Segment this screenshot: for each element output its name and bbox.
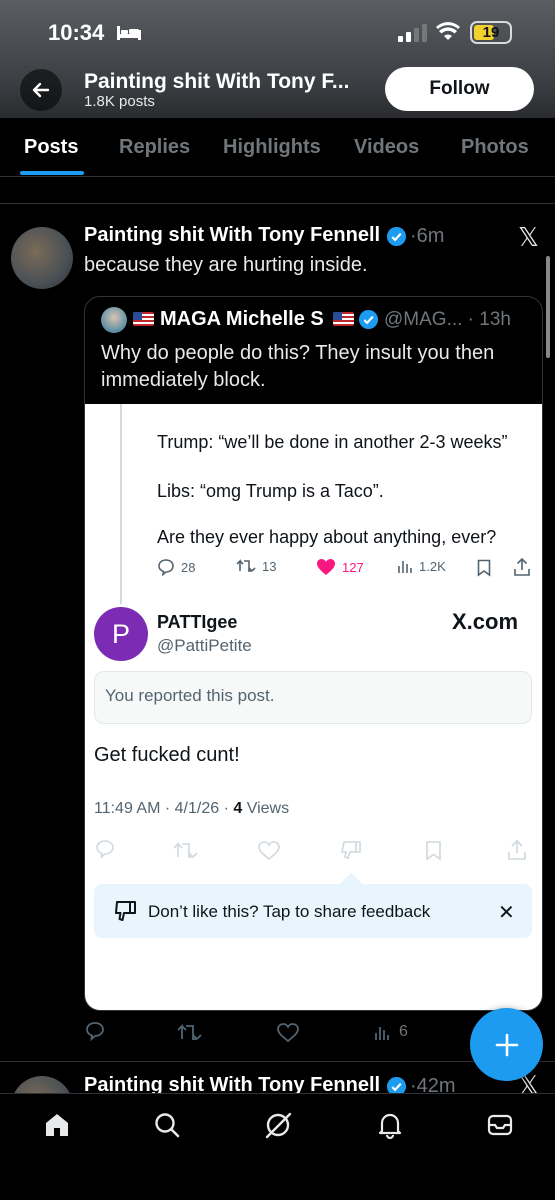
messages-icon[interactable] <box>485 1110 515 1140</box>
x-com-wordmark: X.com <box>452 609 519 634</box>
reply-metadata: 11:49 AM · 4/1/26 · 4 Views <box>94 800 290 817</box>
repost-icon <box>236 559 256 572</box>
battery-percent: 19 <box>482 24 500 41</box>
sleep-focus-icon <box>117 26 141 40</box>
screenshot-line-2: Libs: “omg Trump is a Taco”. <box>157 481 384 501</box>
compose-post-button[interactable] <box>470 1008 543 1081</box>
reply-author-handle: @PattiPetite <box>157 636 252 655</box>
heart-icon <box>277 1023 299 1043</box>
post-count: 1.8K posts <box>84 93 155 110</box>
tab-replies[interactable]: Replies <box>119 136 190 159</box>
post-author-name[interactable]: Painting shit With Tony Fennell <box>84 224 380 247</box>
reply-author-avatar: P <box>94 607 148 661</box>
x-logo-icon: 𝕏 <box>518 222 539 252</box>
feedback-text: Don’t like this? Tap to share feedback <box>148 902 431 921</box>
arrow-left-icon <box>32 82 50 98</box>
post-text: because they are hurting inside. <box>84 254 368 276</box>
repost-icon <box>177 1023 202 1040</box>
search-icon[interactable] <box>152 1110 182 1140</box>
screenshot-repost-count: 13 <box>236 558 276 574</box>
profile-name: Painting shit With Tony F... <box>84 70 350 93</box>
repost-icon <box>173 842 198 858</box>
screenshot-line-1: Trump: “we’ll be done in another 2-3 wee… <box>157 432 508 452</box>
bookmark-icon <box>426 841 441 861</box>
quote-author-name: MAGA Michelle S <box>160 308 324 330</box>
back-button[interactable] <box>20 69 62 111</box>
close-icon[interactable]: ✕ <box>498 900 515 925</box>
reply-action-bar <box>96 839 526 861</box>
post-timestamp: ·6m <box>410 225 445 247</box>
tab-photos[interactable]: Photos <box>461 136 529 159</box>
screenshot-like-count: 127 <box>316 558 364 576</box>
post-divider <box>0 1061 555 1062</box>
wifi-icon <box>436 22 460 40</box>
dislike-icon <box>115 901 136 921</box>
home-icon[interactable] <box>42 1110 72 1140</box>
view-count: 6 <box>399 1023 408 1040</box>
status-time: 10:34 <box>48 20 105 45</box>
screenshot-reply-count: 28 <box>157 558 195 576</box>
us-flag-icon <box>133 312 154 326</box>
cellular-signal-icon <box>398 24 427 42</box>
tab-posts[interactable]: Posts <box>24 136 78 159</box>
active-tab-indicator <box>20 171 84 175</box>
analytics-icon <box>398 561 412 573</box>
verified-badge-icon <box>386 226 407 247</box>
reported-notice: You reported this post. <box>94 671 532 724</box>
share-icon <box>508 839 526 860</box>
reply-icon <box>96 840 114 859</box>
verified-badge-icon <box>358 309 379 330</box>
heart-filled-icon <box>317 559 335 575</box>
tabs-divider <box>0 176 555 177</box>
dislike-icon <box>341 841 361 860</box>
post-action-bar[interactable] <box>84 1020 524 1046</box>
author-avatar[interactable] <box>11 227 73 289</box>
post-divider <box>0 203 555 204</box>
heart-icon <box>258 841 280 861</box>
reply-text: Get fucked cunt! <box>94 744 240 766</box>
scrollbar[interactable] <box>546 256 550 358</box>
notifications-icon[interactable] <box>375 1110 405 1140</box>
battery-indicator: 19 <box>470 21 512 44</box>
quote-author-handle: @MAG... · 13h <box>384 309 511 330</box>
reply-author-name: PATTIgee <box>157 612 238 632</box>
screenshot-line-3: Are they ever happy about anything, ever… <box>157 527 497 547</box>
tab-highlights[interactable]: Highlights <box>223 136 321 159</box>
quote-text: Why do people do this? They insult you t… <box>101 342 495 391</box>
follow-button[interactable]: Follow <box>385 67 534 111</box>
analytics-icon <box>375 1027 389 1040</box>
quote-author-avatar <box>101 307 127 333</box>
thread-line <box>120 404 122 604</box>
bookmark-icon <box>477 559 491 577</box>
reply-icon <box>158 559 174 576</box>
tab-videos[interactable]: Videos <box>354 136 419 159</box>
grok-icon[interactable] <box>263 1110 293 1140</box>
reply-icon <box>86 1022 104 1042</box>
plus-icon <box>495 1033 518 1056</box>
share-icon <box>514 557 530 576</box>
screenshot-view-count: 1.2K <box>397 558 446 574</box>
us-flag-icon <box>333 312 354 326</box>
